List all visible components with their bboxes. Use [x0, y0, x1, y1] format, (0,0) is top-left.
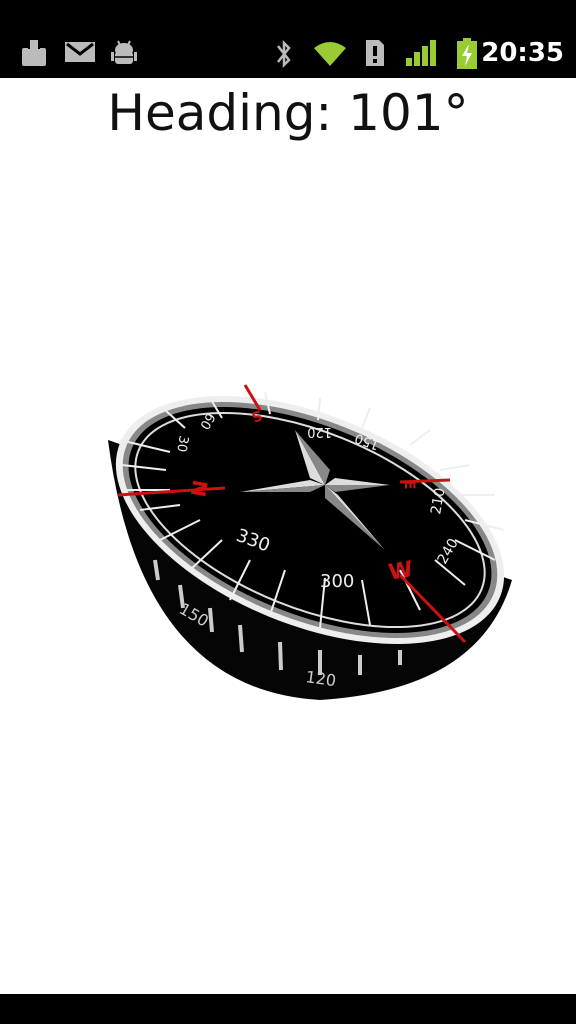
download-icon[interactable] — [20, 38, 48, 68]
status-time: 20:35 — [481, 38, 564, 68]
compass[interactable]: 150 120 N W S E 30 60 120 150 210 240 30… — [100, 370, 520, 710]
cardinal-e: E — [401, 480, 417, 490]
degree-label-30: 30 — [173, 434, 191, 453]
status-bar: 20:35 — [0, 0, 576, 78]
sim-icon[interactable] — [364, 38, 386, 68]
compass-graphic: 150 120 N W S E 30 60 120 150 210 240 30… — [108, 384, 512, 700]
degree-label-300: 300 — [320, 571, 354, 592]
gmail-icon[interactable] — [64, 38, 96, 66]
battery-charging-icon[interactable] — [456, 38, 478, 70]
signal-icon[interactable] — [404, 38, 438, 68]
cardinal-w: W — [387, 557, 415, 586]
bottom-bar — [0, 994, 576, 1024]
android-debug-icon[interactable] — [110, 38, 138, 68]
bluetooth-icon[interactable] — [274, 38, 294, 70]
degree-label-120: 120 — [307, 424, 332, 439]
wifi-icon[interactable] — [312, 38, 348, 68]
heading-readout: Heading: 101° — [107, 84, 469, 142]
